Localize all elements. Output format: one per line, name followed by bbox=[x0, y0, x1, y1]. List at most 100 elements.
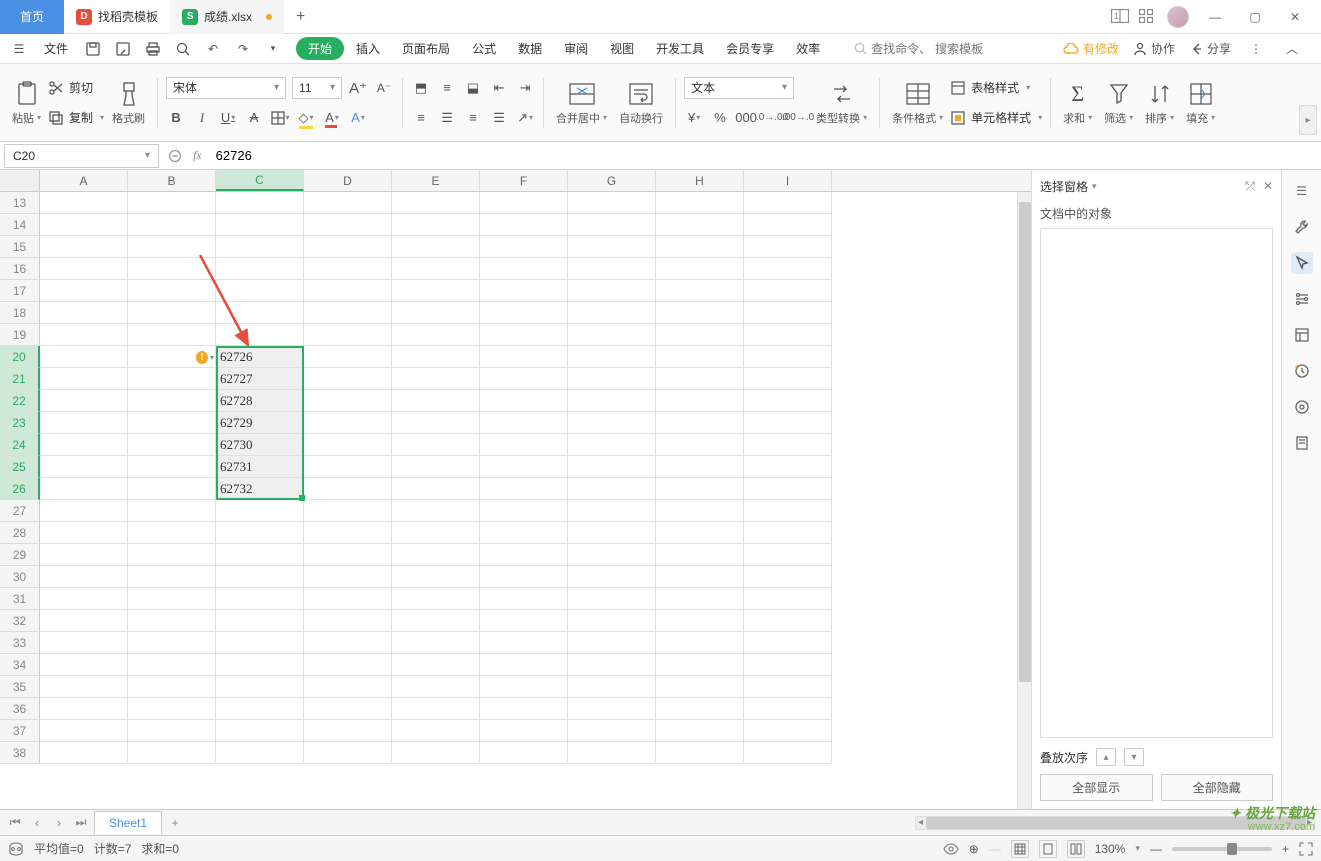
font-size-combo[interactable]: 11▾ bbox=[292, 77, 342, 99]
row-header[interactable]: 26 bbox=[0, 478, 40, 500]
cell[interactable] bbox=[480, 610, 568, 632]
decrease-decimal-icon[interactable]: .00→.0 bbox=[788, 108, 808, 128]
cell[interactable] bbox=[392, 522, 480, 544]
cell[interactable] bbox=[392, 632, 480, 654]
cell[interactable] bbox=[304, 588, 392, 610]
cell[interactable] bbox=[392, 676, 480, 698]
cell[interactable] bbox=[568, 522, 656, 544]
cell[interactable] bbox=[128, 588, 216, 610]
fx-icon[interactable]: fx bbox=[193, 148, 202, 163]
cell[interactable] bbox=[656, 478, 744, 500]
cell[interactable] bbox=[392, 346, 480, 368]
cell[interactable] bbox=[128, 302, 216, 324]
cell[interactable] bbox=[40, 434, 128, 456]
cell[interactable] bbox=[128, 236, 216, 258]
cell[interactable] bbox=[128, 434, 216, 456]
cell[interactable] bbox=[480, 280, 568, 302]
cell[interactable] bbox=[40, 390, 128, 412]
cell[interactable]: 62732 bbox=[216, 478, 304, 500]
cell[interactable] bbox=[304, 456, 392, 478]
row-header[interactable]: 19 bbox=[0, 324, 40, 346]
cell[interactable] bbox=[40, 632, 128, 654]
phonetic-button[interactable]: A▾ bbox=[348, 108, 368, 128]
increase-font-icon[interactable]: A⁺ bbox=[348, 78, 368, 98]
cell[interactable] bbox=[744, 544, 832, 566]
cell[interactable] bbox=[304, 544, 392, 566]
cell[interactable] bbox=[568, 676, 656, 698]
indent-increase-icon[interactable]: ⇥ bbox=[515, 78, 535, 98]
cell[interactable] bbox=[656, 236, 744, 258]
cell[interactable] bbox=[304, 434, 392, 456]
status-ready-icon[interactable] bbox=[8, 842, 24, 856]
cell[interactable] bbox=[40, 302, 128, 324]
cell[interactable] bbox=[656, 500, 744, 522]
cell[interactable] bbox=[568, 720, 656, 742]
cell[interactable] bbox=[568, 390, 656, 412]
cell[interactable] bbox=[656, 676, 744, 698]
cell[interactable] bbox=[216, 654, 304, 676]
cell[interactable] bbox=[304, 302, 392, 324]
cell[interactable] bbox=[128, 412, 216, 434]
cell[interactable] bbox=[480, 720, 568, 742]
cell[interactable] bbox=[656, 566, 744, 588]
font-name-combo[interactable]: 宋体▾ bbox=[166, 77, 286, 99]
cell[interactable] bbox=[304, 390, 392, 412]
cell[interactable] bbox=[568, 654, 656, 676]
row-header[interactable]: 32 bbox=[0, 610, 40, 632]
cell[interactable] bbox=[216, 544, 304, 566]
send-backward-button[interactable]: ▾ bbox=[1124, 748, 1144, 766]
cell[interactable] bbox=[744, 390, 832, 412]
save-icon[interactable] bbox=[82, 38, 104, 60]
object-list[interactable] bbox=[1040, 228, 1273, 738]
ribbon-tab-formula[interactable]: 公式 bbox=[462, 36, 506, 61]
cell[interactable] bbox=[744, 280, 832, 302]
cell[interactable] bbox=[216, 676, 304, 698]
cell[interactable] bbox=[128, 522, 216, 544]
cell[interactable] bbox=[392, 434, 480, 456]
align-bottom-icon[interactable]: ⬓ bbox=[463, 78, 483, 98]
cell[interactable] bbox=[304, 522, 392, 544]
redo-icon[interactable]: ↷ bbox=[232, 38, 254, 60]
cell[interactable] bbox=[568, 544, 656, 566]
cell[interactable] bbox=[744, 588, 832, 610]
currency-icon[interactable]: ¥▾ bbox=[684, 108, 704, 128]
cut-button[interactable]: 剪切 bbox=[49, 75, 104, 101]
cell[interactable] bbox=[128, 478, 216, 500]
cell[interactable] bbox=[656, 390, 744, 412]
col-header[interactable]: A bbox=[40, 170, 128, 191]
cell[interactable] bbox=[744, 214, 832, 236]
cell[interactable] bbox=[304, 214, 392, 236]
tab-new[interactable]: + bbox=[284, 0, 317, 34]
cell[interactable] bbox=[128, 566, 216, 588]
cell[interactable] bbox=[40, 346, 128, 368]
reading-layout-icon[interactable]: 1 bbox=[1111, 9, 1127, 25]
cell[interactable] bbox=[392, 412, 480, 434]
sidebar-settings-icon[interactable] bbox=[1291, 288, 1313, 310]
row-header[interactable]: 25 bbox=[0, 456, 40, 478]
cell[interactable] bbox=[656, 720, 744, 742]
cell[interactable] bbox=[568, 302, 656, 324]
cell[interactable] bbox=[744, 566, 832, 588]
cell[interactable] bbox=[744, 500, 832, 522]
cell[interactable] bbox=[40, 368, 128, 390]
cell[interactable] bbox=[568, 588, 656, 610]
formula-input[interactable] bbox=[208, 148, 1321, 163]
cell[interactable] bbox=[480, 522, 568, 544]
paste-button[interactable]: 粘贴▾ bbox=[8, 80, 45, 126]
cell[interactable] bbox=[480, 654, 568, 676]
cell[interactable] bbox=[40, 566, 128, 588]
row-header[interactable]: 16 bbox=[0, 258, 40, 280]
cell[interactable] bbox=[40, 412, 128, 434]
conditional-format-button[interactable]: 条件格式▾ bbox=[888, 80, 947, 126]
cell[interactable] bbox=[480, 346, 568, 368]
cell[interactable] bbox=[304, 192, 392, 214]
col-header[interactable]: E bbox=[392, 170, 480, 191]
page-view-button[interactable] bbox=[1039, 840, 1057, 858]
cell[interactable] bbox=[392, 214, 480, 236]
row-header[interactable]: 35 bbox=[0, 676, 40, 698]
copy-button[interactable]: 复制▾ bbox=[49, 105, 104, 131]
align-middle-icon[interactable]: ≡ bbox=[437, 78, 457, 98]
cell[interactable] bbox=[392, 456, 480, 478]
ribbon-tab-layout[interactable]: 页面布局 bbox=[392, 36, 460, 61]
close-pane-icon[interactable]: ✕ bbox=[1263, 179, 1273, 194]
